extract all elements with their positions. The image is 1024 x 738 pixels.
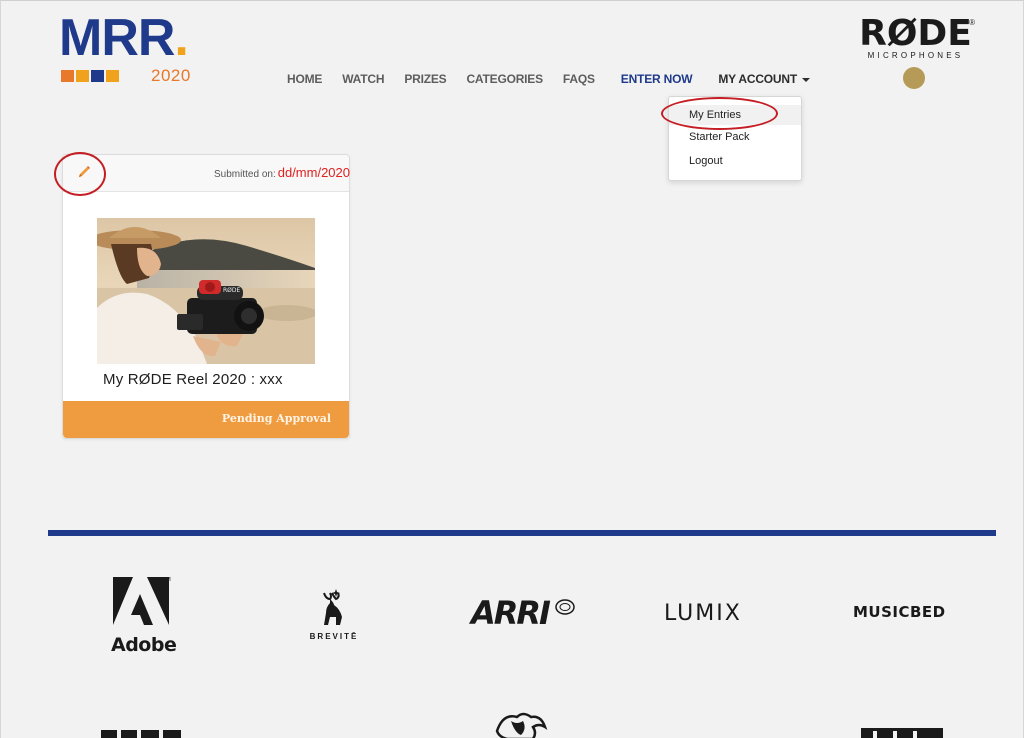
- entry-thumbnail-image: RØDE: [97, 218, 315, 364]
- logo-bar: [76, 70, 89, 82]
- deer-icon: [323, 589, 342, 625]
- nav-my-account[interactable]: MY ACCOUNT: [718, 71, 810, 87]
- entry-card-header: Submitted on: dd/mm/2020: [63, 155, 350, 192]
- partial-logo-shape: [861, 728, 943, 738]
- mrr-logo-text: MRR: [59, 9, 175, 67]
- mrr-logo-bars: [61, 70, 119, 82]
- sponsor-logo-partial[interactable]: [859, 726, 945, 738]
- nav-prizes[interactable]: PRIZES: [404, 71, 446, 87]
- sponsor-musicbed-label: MUSICBED: [853, 603, 946, 621]
- sponsor-musicbed[interactable]: MUSICBED: [853, 603, 953, 625]
- partial-logo-shape: [101, 730, 181, 738]
- pencil-icon[interactable]: [77, 165, 91, 179]
- submitted-date: dd/mm/2020: [277, 165, 350, 180]
- account-dropdown: My Entries Starter Pack Logout: [668, 96, 802, 181]
- entry-status-bar: Pending Approval: [63, 401, 349, 438]
- logo-bar: [106, 70, 119, 82]
- menu-item-my-entries[interactable]: My Entries: [669, 105, 801, 125]
- nav-enter-now[interactable]: ENTER NOW: [621, 71, 693, 87]
- rode-gold-disc: [903, 67, 925, 89]
- sponsor-logo-partial[interactable]: [493, 711, 549, 738]
- submitted-label: Submitted on:: [214, 169, 276, 180]
- submitted-info: Submitted on: dd/mm/2020: [214, 165, 350, 180]
- sponsor-arri-label: ARRI: [471, 594, 551, 632]
- svg-text:®: ®: [167, 576, 171, 583]
- entry-status: Pending Approval: [221, 412, 331, 425]
- sponsor-logo-partial[interactable]: [99, 727, 185, 738]
- nav-categories[interactable]: CATEGORIES: [466, 71, 543, 87]
- logo-bar: [61, 70, 74, 82]
- sponsor-brevite[interactable]: BREVITĒ: [299, 587, 369, 645]
- rode-logo-sub: MICROPHONES: [867, 51, 964, 60]
- sponsor-lumix[interactable]: LUMIX: [664, 601, 764, 627]
- sponsor-adobe-label: Adobe: [111, 634, 177, 656]
- menu-item-logout[interactable]: Logout: [669, 154, 801, 168]
- nav-home[interactable]: HOME: [287, 71, 322, 87]
- sponsor-lumix-label: LUMIX: [664, 601, 742, 626]
- caret-down-icon: [802, 77, 810, 82]
- menu-item-starter-pack[interactable]: Starter Pack: [669, 130, 801, 144]
- logo-bar: [91, 70, 104, 82]
- sponsor-adobe[interactable]: ® Adobe: [111, 576, 177, 656]
- footer-divider: [48, 530, 996, 536]
- mrr-logo-dot: .: [174, 9, 188, 67]
- entry-title[interactable]: My RØDE Reel 2020 : xxx: [103, 371, 283, 388]
- adobe-logo-icon: ®: [113, 576, 172, 625]
- sponsor-arri[interactable]: ARRI: [471, 595, 581, 631]
- rode-logo[interactable]: RØDE ® MICROPHONES: [853, 15, 978, 90]
- rode-logo-word: RØDE: [859, 13, 972, 54]
- bird-icon: [495, 712, 548, 738]
- entry-thumbnail[interactable]: RØDE: [97, 218, 315, 364]
- arri-badge-icon: [555, 599, 575, 615]
- sponsor-brevite-label: BREVITĒ: [309, 632, 359, 641]
- main-nav: HOME WATCH PRIZES CATEGORIES FAQS ENTER …: [287, 71, 810, 87]
- mrr-logo-year: 2020: [151, 66, 191, 85]
- sponsor-logo-partial[interactable]: [289, 732, 375, 738]
- mrr-logo[interactable]: MRR. 2020: [59, 12, 199, 88]
- rode-logo-registered: ®: [969, 18, 975, 27]
- nav-faqs[interactable]: FAQS: [563, 71, 595, 87]
- sponsor-logo-partial[interactable]: [673, 731, 757, 738]
- nav-watch[interactable]: WATCH: [342, 71, 384, 87]
- svg-text:RØDE: RØDE: [223, 287, 241, 294]
- entry-card[interactable]: Submitted on: dd/mm/2020 RØDE My RØDE Re…: [62, 154, 350, 439]
- nav-my-account-label: MY ACCOUNT: [718, 72, 797, 86]
